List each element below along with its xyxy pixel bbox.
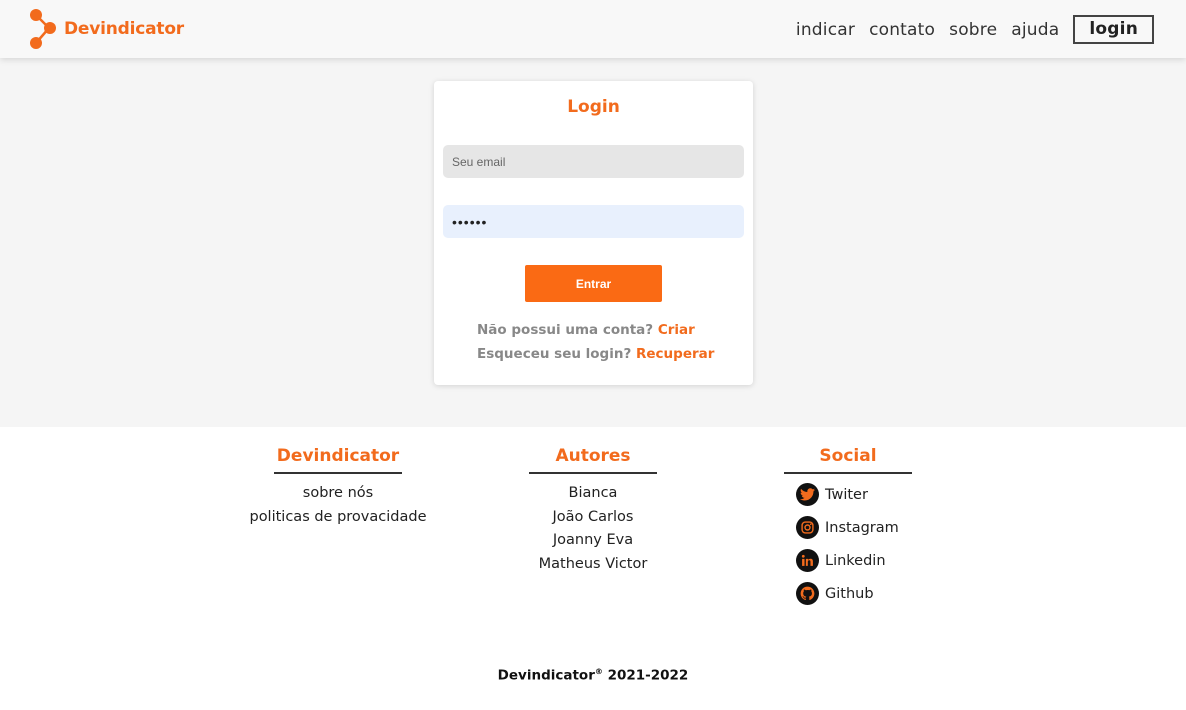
author-name: João Carlos — [552, 508, 634, 525]
social-label: Twiter — [825, 486, 868, 503]
instagram-icon — [796, 516, 819, 539]
social-link-github[interactable]: Github — [796, 577, 948, 610]
footer-column-devindicator: Devindicator sobre nós politicas de prov… — [238, 446, 438, 529]
copyright-years: 2021-2022 — [607, 667, 689, 684]
footer-divider — [274, 472, 402, 474]
brand-logo[interactable]: Devindicator — [28, 8, 184, 50]
footer-column-autores: Autores Bianca João Carlos Joanny Eva Ma… — [493, 446, 693, 576]
top-navbar: Devindicator indicar contato sobre ajuda… — [0, 0, 1186, 58]
social-links: Twiter Instagram Linkedin Github — [748, 478, 948, 610]
no-account-text: Não possui uma conta? — [477, 322, 654, 338]
submit-login-button[interactable]: Entrar — [525, 265, 662, 302]
nav-link-sobre[interactable]: sobre — [949, 20, 997, 40]
copyright-notice: Devindicator® 2021-2022 — [0, 667, 1186, 684]
main-content: Login Entrar Não possui uma conta? Criar… — [0, 58, 1186, 427]
footer-divider — [529, 472, 657, 474]
author-name: Joanny Eva — [552, 532, 634, 548]
footer-link-privacy[interactable]: politicas de provacidade — [238, 506, 438, 530]
social-link-linkedin[interactable]: Linkedin — [796, 544, 948, 577]
recover-row: Esqueceu seu login? Recuperar — [477, 342, 714, 366]
login-title: Login — [567, 97, 620, 117]
copyright-brand: Devindicator — [497, 667, 595, 684]
footer-link-sobre-nos[interactable]: sobre nós — [238, 482, 438, 506]
nav-link-ajuda[interactable]: ajuda — [1011, 20, 1059, 40]
social-label: Github — [825, 585, 874, 602]
social-link-instagram[interactable]: Instagram — [796, 511, 948, 544]
linkedin-icon — [796, 549, 819, 572]
footer-divider — [784, 472, 912, 474]
footer-column-social: Social Twiter Instagram Linkedin Github — [748, 446, 948, 610]
create-account-link[interactable]: Criar — [658, 322, 695, 338]
forgot-login-text: Esqueceu seu login? — [477, 346, 632, 362]
twitter-icon — [796, 483, 819, 506]
footer-column-title: Social — [819, 446, 877, 466]
molecule-dots-icon — [28, 8, 60, 50]
password-field[interactable] — [443, 205, 744, 238]
site-footer: Devindicator sobre nós politicas de prov… — [0, 427, 1186, 710]
main-nav: indicar contato sobre ajuda login — [782, 15, 1154, 44]
login-card: Login Entrar Não possui uma conta? Criar… — [434, 81, 753, 385]
email-field[interactable] — [443, 145, 744, 178]
social-label: Linkedin — [825, 552, 886, 569]
registered-mark: ® — [594, 667, 603, 676]
social-link-twitter[interactable]: Twiter — [796, 478, 948, 511]
author-name: Matheus Victor — [538, 555, 648, 572]
nav-link-contato[interactable]: contato — [869, 20, 935, 40]
github-icon — [796, 582, 819, 605]
nav-link-indicar[interactable]: indicar — [796, 20, 855, 40]
brand-name: Devindicator — [64, 19, 184, 39]
recover-account-link[interactable]: Recuperar — [636, 346, 714, 362]
account-links: Não possui uma conta? Criar Esqueceu seu… — [477, 318, 714, 366]
footer-column-title: Autores — [555, 446, 631, 466]
footer-column-title: Devindicator — [276, 446, 400, 466]
author-name: Bianca — [568, 485, 618, 501]
signup-row: Não possui uma conta? Criar — [477, 318, 714, 342]
social-label: Instagram — [825, 519, 899, 536]
login-nav-button[interactable]: login — [1073, 15, 1154, 44]
